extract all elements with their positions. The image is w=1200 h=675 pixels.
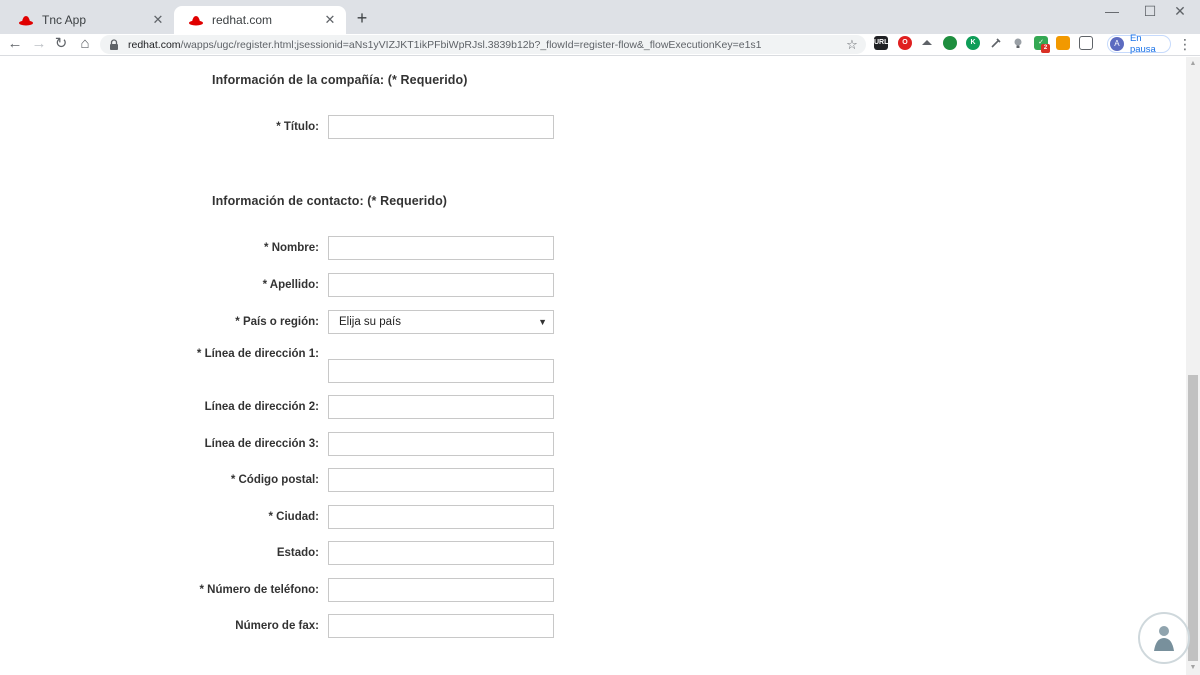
linea3-input[interactable] [328,432,554,456]
url-host: redhat.com [128,38,181,51]
linea3-label: Línea de dirección 3: [204,438,319,450]
back-button[interactable]: ← [4,34,26,54]
tab-title: Tnc App [42,13,87,27]
browser-toolbar: ← → ↻ ⌂ redhat.com/wapps/ugc/register.ht… [0,33,1200,56]
apellido-input[interactable] [328,273,554,297]
titulo-input[interactable] [328,115,554,139]
green-ext-icon[interactable] [943,36,957,50]
pais-select[interactable]: Elija su país ▼ [328,310,554,334]
titulo-label: * Título: [276,121,319,133]
bulb-ext-icon[interactable] [1011,36,1025,50]
fax-input[interactable] [328,614,554,638]
k-ext-icon[interactable]: K [966,36,980,50]
tab-close-icon[interactable]: ✕ [150,12,166,28]
vertical-scrollbar[interactable]: ▲ ▼ [1186,57,1200,675]
tab-tnc-app[interactable]: Tnc App ✕ [4,6,174,34]
redhat-favicon-icon [189,16,203,26]
profile-button[interactable]: A En pausa [1107,33,1171,55]
tab-strip: Tnc App ✕ redhat.com ✕ + — ☐ ✕ [0,0,1200,34]
orange-ext-icon[interactable] [1056,36,1070,50]
watermark-figure-icon [1154,626,1174,651]
site-watermark-logo [1138,612,1190,664]
telefono-label: * Número de teléfono: [199,584,319,596]
ciudad-input[interactable] [328,505,554,529]
linea1-label: * Línea de dirección 1: [196,348,319,360]
telefono-input[interactable] [328,578,554,602]
nombre-input[interactable] [328,236,554,260]
linea2-input[interactable] [328,395,554,419]
scrollbar-thumb[interactable] [1188,375,1198,661]
home-button[interactable]: ⌂ [74,34,96,54]
address-bar[interactable]: redhat.com/wapps/ugc/register.html;jsess… [100,35,866,54]
fax-label: Número de fax: [235,620,319,632]
codigo-postal-input[interactable] [328,468,554,492]
new-tab-button[interactable]: + [352,8,372,28]
bookmark-star-icon[interactable]: ☆ [844,37,860,53]
tab-close-icon[interactable]: ✕ [322,12,338,28]
tab-redhat[interactable]: redhat.com ✕ [174,6,346,34]
reload-button[interactable]: ↻ [50,34,72,54]
pais-label: * País o región: [235,316,319,328]
estado-input[interactable] [328,541,554,565]
linea1-input[interactable] [328,359,554,383]
profile-status: En pausa [1129,33,1156,55]
browser-menu-icon[interactable]: ⋮ [1178,34,1192,54]
url-path: /wapps/ugc/register.html;jsessionid=aNs1… [180,38,762,51]
dropper-ext-icon[interactable] [989,36,1003,50]
pais-selected-value: Elija su país [339,316,402,328]
redhat-favicon-icon [19,16,33,26]
chevron-down-icon: ▼ [538,317,547,327]
hat-ext-icon[interactable] [920,36,934,50]
url-text[interactable]: redhat.com/wapps/ugc/register.html;jsess… [128,39,844,51]
ciudad-label: * Ciudad: [268,511,319,523]
avatar: A [1110,37,1124,51]
url-ext-icon[interactable]: URL [874,36,888,50]
page-content: Información de la compañía: (* Requerido… [0,57,1186,675]
forward-button[interactable]: → [28,34,50,54]
company-info-heading: Información de la compañía: (* Requerido… [212,73,468,87]
window-ext-icon[interactable] [1079,36,1093,50]
apellido-label: * Apellido: [262,279,319,291]
scroll-down-icon[interactable]: ▼ [1186,661,1200,675]
estado-label: Estado: [276,547,319,559]
tab-title: redhat.com [212,13,273,27]
close-window-button[interactable]: ✕ [1160,0,1200,24]
extension-badge: 2 [1041,44,1050,53]
minimize-button[interactable]: — [1092,0,1132,24]
contact-info-heading: Información de contacto: (* Requerido) [212,194,448,208]
codigo-postal-label: * Código postal: [230,474,319,486]
scroll-up-icon[interactable]: ▲ [1186,57,1200,71]
opera-ext-icon[interactable]: O [898,36,912,50]
nombre-label: * Nombre: [264,242,319,254]
linea2-label: Línea de dirección 2: [204,401,319,413]
lock-icon [110,38,118,50]
